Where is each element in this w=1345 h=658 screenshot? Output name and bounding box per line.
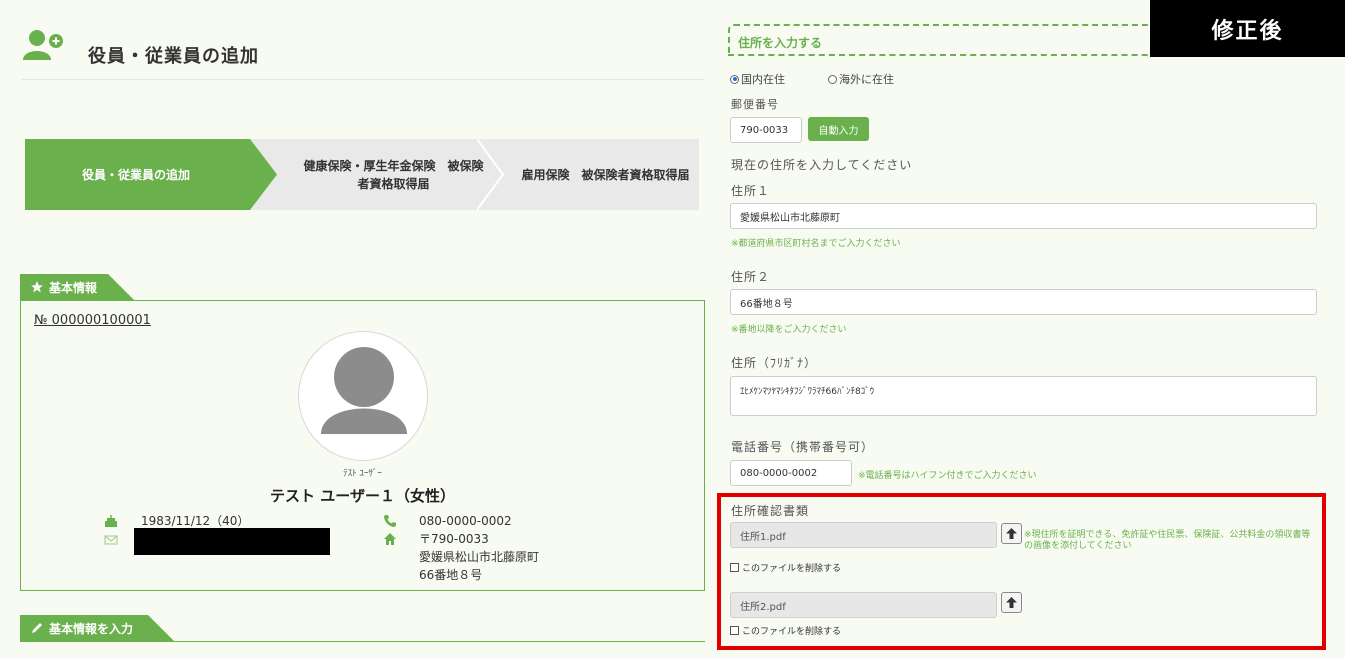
- postal-code: 〒790-0033: [419, 532, 489, 546]
- phone-icon: [384, 515, 396, 527]
- radio-overseas-label: 海外に在住: [839, 73, 894, 86]
- address-section-header: 住所を入力する: [728, 24, 1178, 56]
- basic-info-tab: 基本情報: [20, 274, 705, 300]
- step-health-insurance[interactable]: 健康保険・厚生年金保険 被保険 者資格取得届: [277, 139, 502, 210]
- redacted-email: [134, 528, 330, 555]
- user-add-icon: [23, 30, 63, 60]
- avatar: [298, 331, 428, 461]
- address1-input[interactable]: 愛媛県松山市北藤原町: [730, 203, 1317, 229]
- basic-info-tab-label: 基本情報: [49, 280, 98, 295]
- step-label-line2: 者資格取得届: [357, 176, 430, 191]
- address-line1: 愛媛県松山市北藤原町: [419, 550, 540, 564]
- address-kana-label: 住所（ﾌﾘｶﾞﾅ）: [731, 356, 818, 370]
- basic-info-card: № 000000100001 ﾃｽﾄ ﾕｰｻﾞｰ テスト ユーザー１（女性） 1…: [20, 300, 705, 591]
- address-section-title: 住所を入力する: [738, 36, 823, 50]
- radio-domestic-label: 国内在住: [741, 73, 785, 86]
- page-header: 役員・従業員の追加: [22, 28, 704, 80]
- cake-icon: [105, 515, 117, 527]
- current-address-prompt: 現在の住所を入力してください: [731, 158, 913, 172]
- postal-label: 郵便番号: [731, 98, 779, 111]
- step-progress: 役員・従業員の追加 健康保険・厚生年金保険 被保険 者資格取得届 雇用保険 被保険…: [25, 139, 699, 210]
- page-title: 役員・従業員の追加: [88, 46, 259, 67]
- home-icon: [384, 533, 396, 545]
- step-add-employee[interactable]: 役員・従業員の追加: [25, 139, 277, 210]
- radio-domestic[interactable]: 国内在住: [730, 71, 785, 87]
- input-section-label: 基本情報を入力: [49, 621, 134, 636]
- address-kana-textarea[interactable]: ｴﾋﾒｹﾝﾏﾂﾔﾏｼｷﾀﾌｼﾞﾜﾗﾏﾁ66ﾊﾞﾝﾁ8ｺﾞｳ: [730, 376, 1317, 416]
- auto-fill-button[interactable]: 自動入力: [808, 117, 869, 141]
- radio-overseas[interactable]: 海外に在住: [828, 71, 894, 87]
- highlight-box: [717, 493, 1326, 650]
- pencil-icon: [32, 623, 42, 633]
- address2-input[interactable]: 66番地８号: [730, 289, 1317, 315]
- address1-note: ※都道府県市区町村名までご入力ください: [731, 239, 901, 249]
- address2-label: 住所２: [731, 270, 771, 284]
- address2-note: ※番地以降をご入力ください: [731, 325, 847, 335]
- avatar-placeholder-icon: [321, 347, 407, 434]
- phone-input[interactable]: 080-0000-0002: [730, 460, 852, 486]
- employee-name: テスト ユーザー１（女性）: [270, 487, 455, 505]
- postal-input[interactable]: 790-0033: [730, 117, 802, 143]
- mail-icon: [104, 535, 118, 545]
- address-line2: 66番地８号: [419, 568, 483, 582]
- employee-kana: ﾃｽﾄ ﾕｰｻﾞｰ: [343, 469, 382, 479]
- phone-label: 電話番号（携帯番号可）: [731, 440, 875, 454]
- step-label-line1: 健康保険・厚生年金保険 被保険: [303, 158, 484, 173]
- input-section-tab: 基本情報を入力: [20, 615, 705, 642]
- step-employment-insurance[interactable]: 雇用保険 被保険者資格取得届: [502, 139, 699, 210]
- employee-number-link[interactable]: № 000000100001: [34, 313, 151, 328]
- phone-note: ※電話番号はハイフン付きでご入力ください: [858, 471, 1037, 481]
- star-icon: [31, 281, 43, 293]
- address1-label: 住所１: [731, 184, 771, 198]
- after-fix-badge: 修正後: [1150, 0, 1345, 57]
- phone-number: 080-0000-0002: [419, 514, 512, 528]
